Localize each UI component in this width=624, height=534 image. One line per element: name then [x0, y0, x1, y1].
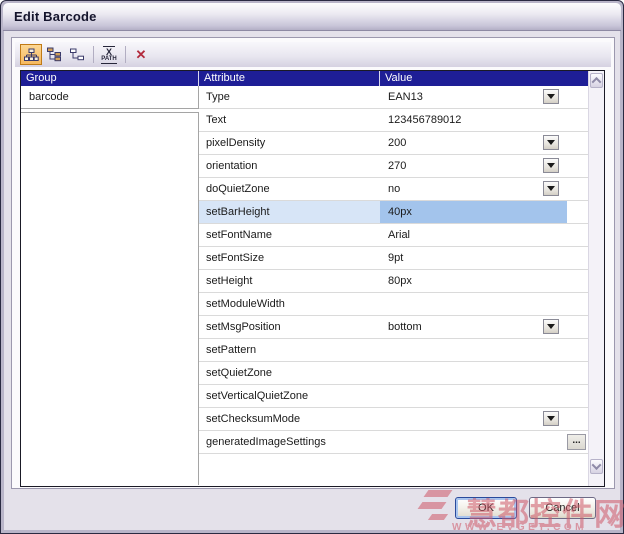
delete-x-icon: ✕	[136, 48, 147, 61]
tree-view-button[interactable]	[20, 44, 42, 65]
property-rows: Type EAN13 Text 123456789012 pixelDensit…	[199, 86, 588, 454]
ok-button[interactable]: OK	[455, 497, 517, 519]
property-row[interactable]: Type EAN13	[199, 86, 588, 109]
main-panel: X PATH ✕ Group Attribute Value barcode	[11, 37, 615, 489]
property-row[interactable]: orientation 270	[199, 155, 588, 178]
dropdown-arrow-icon	[547, 163, 555, 168]
toolbar-separator	[93, 46, 94, 63]
property-row[interactable]: setQuietZone	[199, 362, 588, 385]
delete-button[interactable]: ✕	[130, 44, 152, 65]
value-cell: EAN13	[380, 86, 567, 108]
grid-header: Group Attribute Value	[21, 71, 588, 86]
dropdown-button[interactable]	[543, 135, 559, 150]
toolbar: X PATH ✕	[15, 42, 611, 67]
header-attribute: Attribute	[199, 71, 380, 86]
header-value: Value	[380, 71, 588, 86]
group-listbox	[21, 112, 199, 485]
value-cell	[380, 362, 567, 384]
dialog-content: X PATH ✕ Group Attribute Value barcode	[4, 31, 620, 530]
dropdown-arrow-icon	[547, 140, 555, 145]
property-row[interactable]: setMsgPosition bottom	[199, 316, 588, 339]
xpath-icon: X PATH	[101, 46, 116, 64]
list-tree-button[interactable]	[66, 44, 88, 65]
attribute-cell: doQuietZone	[199, 178, 380, 200]
property-row[interactable]: setBarHeight 40px	[199, 201, 588, 224]
attribute-cell: setChecksumMode	[199, 408, 380, 430]
property-grid: Group Attribute Value barcode Type EAN13…	[20, 70, 605, 487]
chevron-up-icon	[592, 77, 602, 87]
value-cell	[380, 431, 567, 453]
edit-barcode-dialog: Edit Barcode	[0, 0, 624, 534]
value-cell: 9pt	[380, 247, 567, 269]
scroll-down-button[interactable]	[590, 459, 603, 474]
attribute-cell: setBarHeight	[199, 201, 380, 223]
attribute-cell: setQuietZone	[199, 362, 380, 384]
group-item-barcode[interactable]: barcode	[21, 86, 199, 109]
attribute-cell: setMsgPosition	[199, 316, 380, 338]
property-row[interactable]: setFontSize 9pt	[199, 247, 588, 270]
list-tree-filled-icon	[47, 47, 62, 62]
value-cell	[380, 293, 567, 315]
attribute-cell: generatedImageSettings	[199, 431, 380, 453]
value-cell: 123456789012	[380, 109, 567, 131]
dropdown-arrow-icon	[547, 416, 555, 421]
value-cell: no	[380, 178, 567, 200]
group-column: barcode	[21, 86, 199, 486]
attribute-cell: setVerticalQuietZone	[199, 385, 380, 407]
scroll-up-button[interactable]	[590, 73, 603, 88]
list-tree-filled-button[interactable]	[43, 44, 65, 65]
chevron-down-icon	[592, 460, 602, 470]
property-row[interactable]: setFontName Arial	[199, 224, 588, 247]
attribute-cell: setModuleWidth	[199, 293, 380, 315]
value-cell	[380, 385, 567, 407]
value-cell: 80px	[380, 270, 567, 292]
property-row[interactable]: Text 123456789012	[199, 109, 588, 132]
property-row[interactable]: setChecksumMode	[199, 408, 588, 431]
property-row[interactable]: doQuietZone no	[199, 178, 588, 201]
dropdown-button[interactable]	[543, 158, 559, 173]
property-row[interactable]: generatedImageSettings ...	[199, 431, 588, 454]
dropdown-arrow-icon	[547, 324, 555, 329]
dropdown-arrow-icon	[547, 94, 555, 99]
attribute-cell: setFontSize	[199, 247, 380, 269]
value-cell	[380, 339, 567, 361]
attribute-cell: setHeight	[199, 270, 380, 292]
dropdown-button[interactable]	[543, 89, 559, 104]
attribute-cell: Text	[199, 109, 380, 131]
property-row[interactable]: pixelDensity 200	[199, 132, 588, 155]
xpath-button[interactable]: X PATH	[98, 44, 120, 65]
value-cell: bottom	[380, 316, 567, 338]
attribute-cell: orientation	[199, 155, 380, 177]
value-cell: 270	[380, 155, 567, 177]
property-row[interactable]: setPattern	[199, 339, 588, 362]
attribute-cell: Type	[199, 86, 380, 108]
property-row[interactable]: setModuleWidth	[199, 293, 588, 316]
dropdown-button[interactable]	[543, 411, 559, 426]
org-tree-icon	[24, 48, 39, 62]
property-row[interactable]: setVerticalQuietZone	[199, 385, 588, 408]
value-cell: Arial	[380, 224, 567, 246]
property-row[interactable]: setHeight 80px	[199, 270, 588, 293]
vertical-scrollbar[interactable]	[588, 71, 604, 486]
header-group: Group	[21, 71, 199, 86]
attribute-cell: setPattern	[199, 339, 380, 361]
ellipsis-button[interactable]: ...	[567, 434, 586, 450]
value-cell: 200	[380, 132, 567, 154]
dropdown-button[interactable]	[543, 319, 559, 334]
toolbar-separator	[125, 46, 126, 63]
attribute-cell: pixelDensity	[199, 132, 380, 154]
cancel-button[interactable]: Cancel	[529, 497, 596, 519]
window-title: Edit Barcode	[14, 9, 97, 24]
dropdown-arrow-icon	[547, 186, 555, 191]
dropdown-button[interactable]	[543, 181, 559, 196]
value-cell	[380, 408, 567, 430]
list-tree-icon	[70, 47, 85, 62]
titlebar[interactable]: Edit Barcode	[3, 3, 621, 31]
value-cell: 40px	[380, 201, 567, 223]
attribute-cell: setFontName	[199, 224, 380, 246]
